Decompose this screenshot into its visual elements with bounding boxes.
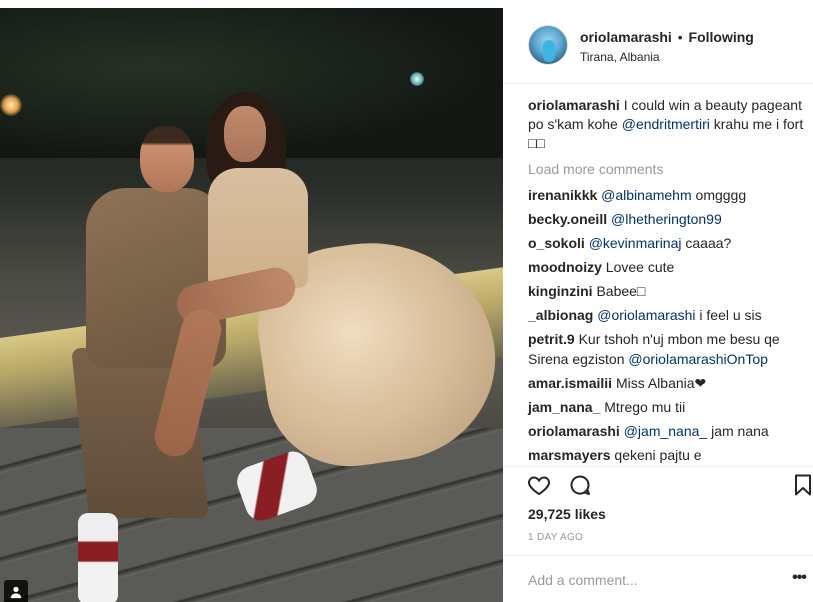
comment-username[interactable]: _albionag	[528, 307, 593, 323]
comment-username[interactable]: amar.ismailii	[528, 375, 612, 391]
separator-dot: •	[677, 29, 683, 45]
user-tag-icon[interactable]	[4, 580, 28, 602]
comment-username[interactable]: becky.oneill	[528, 211, 607, 227]
comment-text: i feel u sis	[699, 307, 762, 323]
post-side-panel: oriolamarashi • Following Tirana, Albani…	[503, 8, 813, 602]
add-comment-input[interactable]	[528, 570, 768, 590]
comment-text: Babee□	[596, 283, 646, 299]
comment-text: Mtrego mu tii	[604, 399, 686, 415]
ellipsis-icon[interactable]: •••	[789, 568, 809, 588]
photo-man-head	[140, 126, 194, 192]
comment-username[interactable]: marsmayers	[528, 447, 611, 463]
comment-mention[interactable]: @kevinmarinaj	[589, 235, 682, 251]
list-item: petrit.9 Kur tshoh n'uj mbon me besu qe …	[528, 329, 808, 369]
instagram-post: oriolamarashi • Following Tirana, Albani…	[0, 0, 813, 602]
caption-username[interactable]: oriolamarashi	[528, 97, 620, 113]
comment-username[interactable]: oriolamarashi	[528, 423, 620, 439]
following-button[interactable]: Following	[689, 29, 754, 45]
comment-mention[interactable]: @lhetherington99	[611, 211, 722, 227]
load-more-comments-button[interactable]: Load more comments	[528, 159, 808, 179]
comment-text: omgggg	[695, 187, 747, 203]
comment-text: qekeni pajtu e	[614, 447, 702, 463]
comment-username[interactable]: petrit.9	[528, 331, 575, 347]
comment-mention[interactable]: @oriolamarashi	[597, 307, 695, 323]
list-item: kinginzini Babee□	[528, 281, 808, 301]
comments-list: oriolamarashi I could win a beauty pagea…	[528, 96, 808, 469]
post-timestamp[interactable]: 1 DAY AGO	[528, 532, 583, 543]
list-item: irenanikkk @albinamehm omgggg	[528, 185, 808, 205]
heart-icon[interactable]	[526, 472, 552, 498]
add-comment-section: •••	[503, 555, 813, 602]
comment-username[interactable]: moodnoizy	[528, 259, 602, 275]
comment-username[interactable]: jam_nana_	[528, 399, 600, 415]
list-item: o_sokoli @kevinmarinaj caaaa?	[528, 233, 808, 253]
comment-mention[interactable]: @oriolamarashiOnTop	[628, 351, 768, 367]
caption-mention[interactable]: @endritmertiri	[622, 116, 710, 132]
post-photo[interactable]	[0, 8, 503, 602]
photo-woman-face	[224, 106, 266, 162]
comment-text: caaaa?	[685, 235, 732, 251]
list-item: oriolamarashi @jam_nana_ jam nana	[528, 421, 808, 441]
list-item: jam_nana_ Mtrego mu tii	[528, 397, 808, 417]
author-line: oriolamarashi • Following	[580, 29, 754, 45]
list-item: moodnoizy Lovee cute	[528, 257, 808, 277]
list-item: _albionag @oriolamarashi i feel u sis	[528, 305, 808, 325]
post-location[interactable]: Tirana, Albania	[580, 50, 660, 64]
bookmark-icon[interactable]	[790, 472, 813, 498]
avatar[interactable]	[528, 25, 568, 65]
comment-mention[interactable]: @albinamehm	[601, 187, 691, 203]
comment-username[interactable]: o_sokoli	[528, 235, 585, 251]
comment-text: jam nana	[711, 423, 769, 439]
actions-divider	[503, 466, 813, 467]
comment-mention[interactable]: @jam_nana_	[624, 423, 708, 439]
comment-text: Lovee cute	[605, 259, 675, 275]
photo-man-shoe	[78, 513, 118, 602]
list-item: becky.oneill @lhetherington99	[528, 209, 808, 229]
comment-text: Miss Albania❤	[615, 375, 707, 391]
comment-bubble-icon[interactable]	[567, 472, 593, 498]
list-item: amar.ismailii Miss Albania❤	[528, 373, 808, 393]
author-username[interactable]: oriolamarashi	[580, 29, 672, 45]
likes-count[interactable]: 29,725 likes	[528, 506, 606, 522]
post-header: oriolamarashi • Following Tirana, Albani…	[503, 8, 813, 84]
post-caption: oriolamarashi I could win a beauty pagea…	[528, 96, 808, 153]
list-item: marsmayers qekeni pajtu e	[528, 445, 808, 465]
comment-username[interactable]: irenanikkk	[528, 187, 597, 203]
comment-username[interactable]: kinginzini	[528, 283, 593, 299]
photo-distant-light	[410, 72, 424, 86]
photo-lamp-light	[0, 94, 22, 116]
